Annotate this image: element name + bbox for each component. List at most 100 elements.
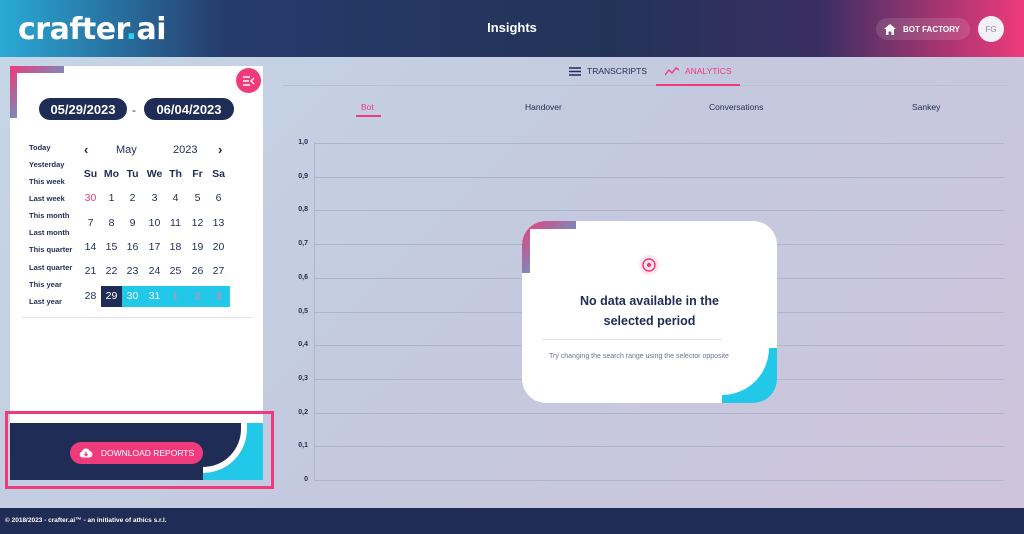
chevron-left-icon[interactable]: ‹ (84, 142, 88, 157)
bot-factory-button[interactable]: BOT FACTORY (876, 18, 970, 40)
grid-line (314, 413, 1004, 414)
empty-state-title-line: selected period (603, 314, 696, 328)
y-tick-label: 1,0 (298, 139, 308, 146)
calendar-day[interactable]: 4 (165, 188, 186, 209)
calendar-day[interactable]: 19 (187, 237, 208, 258)
empty-state-title: No data available in the selected period (542, 291, 757, 331)
subtab-conversations[interactable]: Conversations (709, 102, 763, 112)
start-date-field[interactable]: 05/29/2023 (39, 98, 127, 120)
menu-collapse-icon (242, 75, 254, 86)
app-header: crafter.ai Insights BOT FACTORY FG (0, 0, 1024, 57)
year-select[interactable]: 2023 (173, 144, 197, 156)
calendar-day[interactable]: 28 (80, 286, 101, 307)
calendar-day[interactable]: 6 (208, 188, 229, 209)
grid-line (314, 210, 1004, 211)
avatar[interactable]: FG (978, 16, 1004, 42)
y-tick-label: 0,4 (298, 341, 308, 348)
calendar-day[interactable]: 30 (80, 188, 101, 209)
calendar-day[interactable]: 17 (144, 237, 165, 258)
y-tick-label: 0 (304, 476, 308, 483)
calendar-day[interactable]: 13 (208, 213, 229, 234)
calendar-day[interactable]: 2 (122, 188, 143, 209)
active-subtab-indicator (356, 115, 381, 117)
subtab-handover[interactable]: Handover (525, 102, 562, 112)
calendar-day[interactable]: 9 (122, 213, 143, 234)
calendar-day[interactable]: 27 (208, 261, 229, 282)
target-icon (639, 255, 659, 275)
calendar-day[interactable]: 16 (122, 237, 143, 258)
calendar-day[interactable]: 5 (187, 188, 208, 209)
quick-range-last-quarter[interactable]: Last quarter (29, 263, 72, 272)
y-tick-label: 0,7 (298, 240, 308, 247)
weekday-label: Mo (103, 168, 120, 180)
weekday-label: Th (169, 168, 182, 180)
end-date-field[interactable]: 06/04/2023 (144, 98, 234, 120)
quick-range-this-quarter[interactable]: This quarter (29, 245, 72, 254)
tab-divider (283, 85, 1008, 86)
calendar-day[interactable]: 11 (165, 213, 186, 234)
quick-range-last-month[interactable]: Last month (29, 228, 69, 237)
subtab-bot[interactable]: Bot (361, 102, 374, 112)
active-tab-indicator (656, 84, 740, 86)
quick-range-last-week[interactable]: Last week (29, 194, 65, 203)
y-axis (314, 142, 315, 480)
y-tick-label: 0,8 (298, 206, 308, 213)
calendar-day-selected[interactable]: 31 (144, 286, 165, 307)
calendar-day-selected[interactable]: 2 (187, 286, 208, 307)
calendar-day[interactable]: 20 (208, 237, 229, 258)
grid-line (314, 143, 1004, 144)
tab-label: TRANSCRIPTS (587, 66, 647, 76)
decorative-corner (522, 221, 576, 273)
calendar-day[interactable]: 14 (80, 237, 101, 258)
quick-range-this-year[interactable]: This year (29, 280, 62, 289)
card-divider (542, 339, 722, 340)
decorative-corner (722, 348, 777, 403)
chevron-right-icon[interactable]: › (218, 142, 222, 157)
calendar-day[interactable]: 23 (122, 261, 143, 282)
calendar-day[interactable]: 15 (101, 237, 122, 258)
grid-line (314, 177, 1004, 178)
quick-range-yesterday[interactable]: Yesterday (29, 160, 64, 169)
calendar-day[interactable]: 10 (144, 213, 165, 234)
calendar-day[interactable]: 21 (80, 261, 101, 282)
quick-range-this-month[interactable]: This month (29, 211, 69, 220)
collapse-menu-button[interactable] (236, 68, 261, 93)
tab-transcripts[interactable]: TRANSCRIPTS (569, 66, 647, 76)
y-tick-label: 0,3 (298, 375, 308, 382)
date-separator: - (132, 103, 136, 117)
calendar-day-selected[interactable]: 3 (208, 286, 229, 307)
calendar-day[interactable]: 25 (165, 261, 186, 282)
calendar-day-selected-start[interactable]: 29 (101, 286, 122, 307)
footer: © 2018/2023 - crafter.ai™ - an initiativ… (0, 508, 1024, 534)
calendar-day[interactable]: 26 (187, 261, 208, 282)
y-tick-label: 0,1 (298, 442, 308, 449)
month-select[interactable]: May (116, 144, 137, 156)
bot-factory-label: BOT FACTORY (903, 24, 960, 34)
no-data-card: No data available in the selected period… (522, 221, 777, 403)
calendar-day[interactable]: 18 (165, 237, 186, 258)
quick-range-today[interactable]: Today (29, 143, 51, 152)
highlight-box (5, 411, 274, 489)
calendar-day[interactable]: 8 (101, 213, 122, 234)
weekday-label: Su (83, 168, 98, 180)
quick-range-last-year[interactable]: Last year (29, 297, 62, 306)
subtab-sankey[interactable]: Sankey (912, 102, 940, 112)
tab-analytics[interactable]: ANALYTICS (665, 66, 732, 76)
calendar-divider (22, 317, 253, 318)
list-icon (569, 66, 581, 76)
calendar-day-selected[interactable]: 30 (122, 286, 143, 307)
page-title: Insights (487, 20, 537, 35)
weekday-label: Fr (192, 168, 203, 180)
calendar-day[interactable]: 24 (144, 261, 165, 282)
weekday-label: Tu (126, 168, 139, 180)
calendar-day[interactable]: 22 (101, 261, 122, 282)
calendar-day[interactable]: 3 (144, 188, 165, 209)
quick-range-this-week[interactable]: This week (29, 177, 65, 186)
calendar-day[interactable]: 7 (80, 213, 101, 234)
trend-icon (665, 66, 679, 75)
calendar-day[interactable]: 12 (187, 213, 208, 234)
empty-state-subtitle: Try changing the search range using the … (549, 353, 729, 360)
weekday-label: Sa (212, 168, 225, 180)
calendar-day[interactable]: 1 (101, 188, 122, 209)
calendar-day-selected[interactable]: 1 (165, 286, 186, 307)
